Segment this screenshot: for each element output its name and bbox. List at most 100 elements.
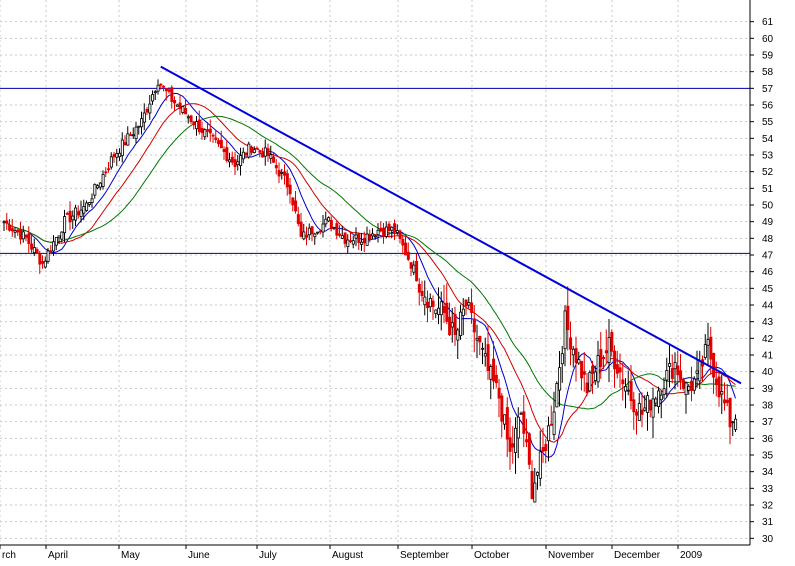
candle-body [16,229,20,233]
candle-body [552,411,556,436]
candle-body [670,368,674,379]
candle-body [690,380,694,391]
candle-body [104,171,108,174]
candle-body [530,470,534,500]
candle-body [651,398,655,418]
x-tick-label: November [548,550,595,561]
candle-body [607,337,611,363]
x-tick-label: December [614,550,661,561]
candle-body [68,210,72,223]
candle-body [19,228,23,240]
candle-body [280,172,284,174]
candle-body [406,251,410,260]
candle-body [662,388,666,395]
candle-body [404,242,408,256]
candle-body [481,347,485,350]
y-tick-label: 53 [762,151,774,162]
candle-body [734,418,738,430]
candle-body [126,133,130,146]
candle-body [720,391,724,395]
candle-body [431,300,435,307]
candle-body [206,129,210,132]
candle-body [236,161,240,165]
candle-body [437,307,441,315]
y-tick-label: 33 [762,484,774,495]
candle-body [307,227,311,236]
candle-body [536,472,540,476]
x-tick-label: September [400,550,450,561]
y-tick-label: 54 [762,134,774,145]
candle-body [46,250,50,262]
y-tick-label: 37 [762,417,774,428]
candle-body [233,159,237,168]
candle-body [687,386,691,391]
candle-body [332,226,336,229]
candle-body [362,237,366,244]
candle-body [511,443,515,448]
candle-body [145,108,149,113]
candle-body [497,387,501,399]
candle-body [657,390,661,407]
candle-body [712,352,716,378]
candle-body [417,283,421,293]
candle-body [703,344,707,358]
candle-body [109,156,113,168]
candle-body [588,372,592,392]
candle-body [76,211,80,216]
y-tick-label: 52 [762,167,774,178]
y-axis-ticks: 30 31 32 33 34 35 36 37 38 39 40 41 42 43 44 45 46 47 48 49… [750,17,774,545]
candle-body [525,439,529,443]
candle-body [357,232,361,243]
candle-body [629,381,633,402]
candle-body [140,118,144,128]
y-tick-label: 57 [762,84,774,95]
candle-body [593,371,597,381]
y-tick-label: 35 [762,451,774,462]
candle-body [90,198,94,203]
candle-body [467,302,471,306]
candle-body [547,425,551,442]
candle-body [393,223,397,233]
candle-body [725,399,729,403]
candle-body [379,227,383,232]
candle-body [566,305,570,331]
candle-body [87,202,91,205]
candle-body [533,482,537,503]
candle-body [288,184,292,195]
candle-body [8,224,12,231]
candle-body [112,154,116,158]
candle-body [142,112,146,123]
candle-body [516,416,520,439]
y-tick-label: 42 [762,334,774,345]
candle-body [24,234,28,238]
candle-body [665,370,669,381]
candle-body [489,366,493,380]
candle-body [475,337,479,341]
candle-body [255,147,259,150]
candle-body [412,264,416,273]
candle-body [269,154,273,159]
candle-body [654,398,658,404]
candle-body [508,437,512,452]
candle-body [346,239,350,248]
candle-body [170,87,174,102]
candle-body [60,231,64,240]
candle-body [230,156,234,163]
y-tick-label: 58 [762,67,774,78]
candle-body [156,84,160,92]
candle-body [613,350,617,370]
candle-body [360,241,364,245]
candle-body [659,394,663,401]
candle-body [173,99,177,104]
y-tick-label: 61 [762,17,774,28]
candle-body [354,234,358,239]
candle-body [731,421,735,424]
y-tick-label: 34 [762,467,774,478]
candle-body [164,88,168,92]
candle-body [313,233,317,238]
y-tick-label: 55 [762,117,774,128]
candle-body [382,227,386,237]
candle-body [228,159,232,163]
candle-body [714,378,718,386]
candle-body [291,197,295,206]
